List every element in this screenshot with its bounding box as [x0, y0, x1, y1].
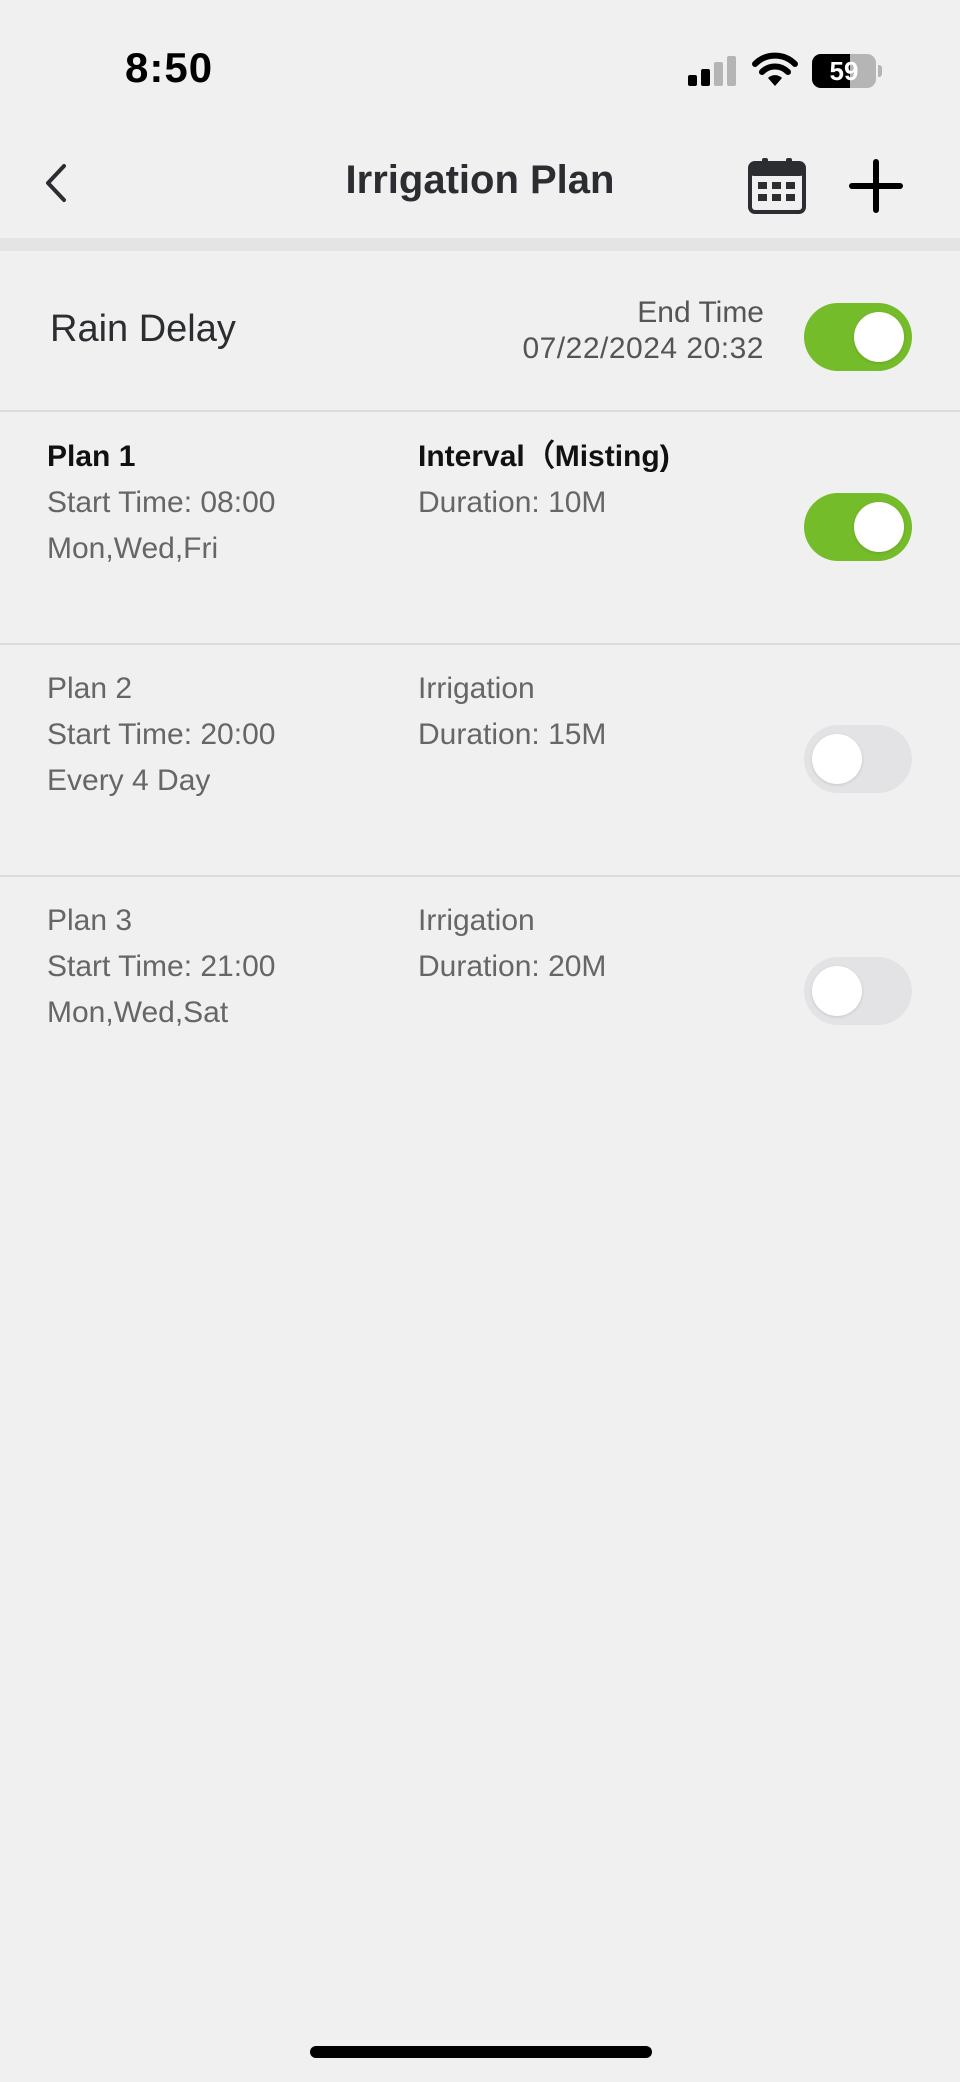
plan-type: Irrigation	[418, 904, 535, 937]
toggle-knob	[854, 312, 904, 362]
plan-start-time: Start Time: 08:00	[47, 486, 276, 519]
battery-icon: 59	[812, 54, 882, 88]
plan-duration: Duration: 20M	[418, 950, 607, 983]
plan-name: Plan 1	[47, 440, 136, 473]
plan-schedule: Every 4 Day	[47, 764, 211, 797]
plan-name: Plan 3	[47, 904, 133, 937]
plan-toggle[interactable]	[804, 957, 912, 1025]
home-indicator	[310, 2046, 652, 2058]
page-title: Irrigation Plan	[345, 158, 615, 202]
wifi-icon	[752, 52, 798, 86]
cellular-signal-icon	[688, 56, 736, 86]
end-time-label: End Time	[637, 296, 764, 329]
plan-type: Irrigation	[418, 672, 535, 705]
rain-delay-toggle[interactable]	[804, 303, 912, 371]
toggle-knob	[812, 734, 862, 784]
status-time: 8:50	[125, 44, 214, 91]
rain-delay-label: Rain Delay	[50, 308, 236, 350]
plan-name: Plan 2	[47, 672, 133, 705]
status-bar: 8:50 59	[0, 0, 960, 130]
plan-start-time: Start Time: 21:00	[47, 950, 276, 983]
toggle-knob	[854, 502, 904, 552]
calendar-icon[interactable]	[748, 158, 806, 214]
toggle-knob	[812, 966, 862, 1016]
plan-toggle[interactable]	[804, 493, 912, 561]
end-time-value: 07/22/2024 20:32	[522, 332, 764, 365]
nav-header: Irrigation Plan	[0, 130, 960, 238]
row-divider	[0, 643, 960, 645]
plan-schedule: Mon,Wed,Fri	[47, 532, 219, 565]
plus-icon[interactable]	[848, 158, 904, 214]
row-divider	[0, 875, 960, 877]
plan-type: Interval（Misting)	[418, 440, 670, 473]
plan-schedule: Mon,Wed,Sat	[47, 996, 229, 1029]
plan-start-time: Start Time: 20:00	[47, 718, 276, 751]
header-divider	[0, 238, 960, 251]
plan-toggle[interactable]	[804, 725, 912, 793]
row-divider	[0, 410, 960, 412]
plan-duration: Duration: 10M	[418, 486, 607, 519]
battery-percent: 59	[829, 56, 859, 86]
plan-duration: Duration: 15M	[418, 718, 607, 751]
